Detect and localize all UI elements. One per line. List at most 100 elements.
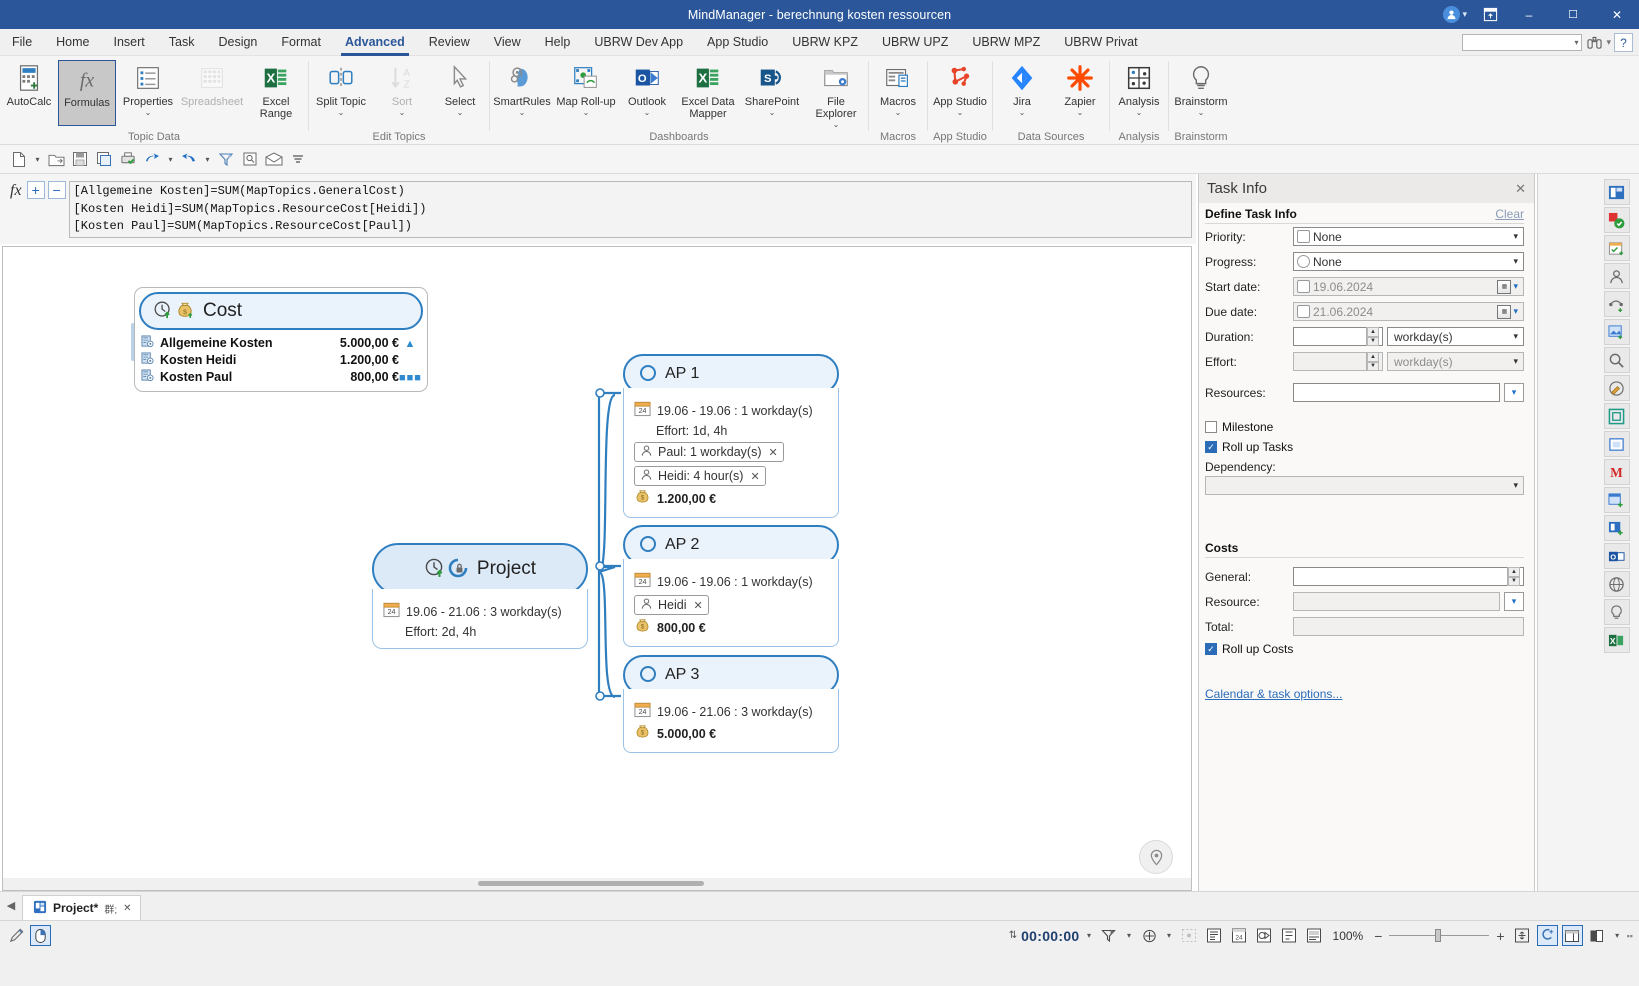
chevron-down-icon[interactable]: ▾ — [202, 155, 213, 164]
chevron-down-icon[interactable]: ⌄ — [1077, 108, 1084, 117]
map-canvas[interactable]: $ Cost Allgemeine Kosten 5.000,00 € ▲ Koste… — [2, 246, 1192, 891]
timer-spinner-icon[interactable]: ⇅ — [1009, 930, 1017, 941]
resource-chip[interactable]: Heidi ✕ — [634, 595, 709, 615]
due-date-checkbox[interactable] — [1297, 305, 1310, 318]
horizontal-scrollbar[interactable] — [3, 878, 1191, 890]
cost-property-row[interactable]: Kosten Paul 800,00 € ■■■ — [141, 368, 421, 385]
chevron-down-icon[interactable]: ⌄ — [583, 108, 590, 117]
more-options-icon[interactable] — [287, 148, 309, 170]
menu-item-format[interactable]: Format — [269, 29, 333, 56]
chevron-down-icon[interactable]: ▾ — [1511, 281, 1520, 292]
format-brush-icon[interactable] — [1603, 375, 1630, 401]
milestone-row[interactable]: Milestone — [1199, 417, 1534, 437]
chevron-down-icon[interactable]: ▾ — [1511, 256, 1520, 267]
dependency-select[interactable]: ▾ — [1205, 476, 1524, 495]
resource-chip[interactable]: Paul: 1 workday(s) ✕ — [634, 442, 784, 462]
remove-resource-icon[interactable]: ✕ — [750, 470, 759, 483]
find-icon[interactable] — [239, 148, 261, 170]
menu-item-insert[interactable]: Insert — [102, 29, 157, 56]
chevron-down-icon[interactable]: ▾ — [1511, 356, 1520, 367]
chevron-down-icon[interactable]: ⌄ — [769, 108, 776, 117]
ribbon-button-split-topic[interactable]: Split Topic ⌄ — [309, 60, 373, 126]
effort-input[interactable]: ▲ ▼ — [1293, 352, 1383, 371]
progress-select[interactable]: None ▾ — [1293, 252, 1524, 271]
tab-scroll-left-icon[interactable]: ◀ — [0, 891, 22, 920]
location-pin-icon[interactable] — [1139, 840, 1173, 874]
ribbon-button-analysis[interactable]: Analysis ⌄ — [1110, 60, 1168, 126]
outline-view-icon[interactable] — [1204, 925, 1225, 946]
binoculars-icon[interactable] — [1585, 33, 1603, 53]
chevron-down-icon[interactable]: ⌄ — [338, 108, 345, 117]
ribbon-button-formulas[interactable]: fx Formulas — [58, 60, 116, 126]
snap-grid-icon[interactable] — [1536, 925, 1558, 946]
ribbon-button-zapier[interactable]: Zapier ⌄ — [1051, 60, 1109, 126]
resources-input[interactable] — [1293, 383, 1500, 402]
send-mail-icon[interactable] — [263, 148, 285, 170]
priority-select[interactable]: None ▾ — [1293, 227, 1524, 246]
start-date-checkbox[interactable] — [1297, 280, 1310, 293]
pen-tool-icon[interactable] — [6, 925, 27, 946]
ribbon-button-excel-data-mapper[interactable]: X Excel Data Mapper — [676, 60, 740, 126]
menu-item-help[interactable]: Help — [533, 29, 583, 56]
save-icon[interactable] — [69, 148, 91, 170]
subtopic-ap-2[interactable]: AP 2 24 19.06 - 19.06 : 1 workday(s) Heidi ✕… — [623, 525, 839, 647]
undo-icon[interactable] — [141, 148, 163, 170]
fit-selection-icon[interactable] — [1179, 925, 1200, 946]
calendar-icon[interactable]: ▦ — [1497, 304, 1512, 319]
topic-notes-icon[interactable] — [1603, 431, 1630, 457]
general-cost-stepper[interactable]: ▲ ▼ — [1507, 567, 1520, 586]
duration-input[interactable]: ▲ ▼ — [1293, 327, 1383, 346]
menu-item-review[interactable]: Review — [417, 29, 482, 56]
ribbon-button-map-roll-up[interactable]: Map Roll-up ⌄ — [554, 60, 618, 126]
menu-item-advanced[interactable]: Advanced — [333, 29, 417, 56]
slides-view-icon[interactable] — [1304, 925, 1325, 946]
effort-unit-select[interactable]: workday(s) ▾ — [1387, 352, 1524, 371]
remove-resource-icon[interactable]: ✕ — [769, 446, 778, 459]
relationship-add-icon[interactable] — [1603, 291, 1630, 317]
close-icon[interactable]: ✕ — [123, 903, 131, 914]
collapse-arrow-icon[interactable]: ▲ — [399, 336, 421, 350]
add-map-part-icon[interactable] — [1603, 515, 1630, 541]
cost-topic-header[interactable]: $ Cost — [139, 292, 423, 330]
menu-item-design[interactable]: Design — [206, 29, 269, 56]
mouse-pointer-icon[interactable] — [30, 925, 51, 946]
resource-cost-dropdown-button[interactable]: ▾ — [1504, 592, 1524, 611]
resize-grip-icon[interactable]: ▪▪ — [1627, 931, 1633, 941]
redo-icon[interactable] — [178, 148, 200, 170]
focus-add-icon[interactable] — [1139, 925, 1160, 946]
fit-map-icon[interactable] — [1603, 403, 1630, 429]
zoom-out-button[interactable]: − — [1371, 928, 1385, 944]
fit-to-window-icon[interactable] — [1512, 925, 1533, 946]
outlook-icon[interactable]: O — [1603, 543, 1630, 569]
resources-person-icon[interactable] — [1603, 263, 1630, 289]
chevron-down-icon[interactable]: ⌄ — [1136, 108, 1143, 117]
subtopic-ap-3[interactable]: AP 3 24 19.06 - 21.06 : 3 workday(s) $5.000… — [623, 655, 839, 753]
filter-icon[interactable] — [1099, 925, 1120, 946]
ribbon-button-macros[interactable]: Macros ⌄ — [869, 60, 927, 126]
cost-property-row[interactable]: Kosten Heidi 1.200,00 € — [141, 351, 421, 368]
image-add-icon[interactable] — [1603, 319, 1630, 345]
web-globe-icon[interactable] — [1603, 571, 1630, 597]
due-date-field[interactable]: 21.06.2024 ▦ ▾ — [1293, 302, 1524, 321]
rollup-tasks-checkbox[interactable]: ✓ — [1205, 441, 1217, 453]
gantt-view-icon[interactable]: 24 — [1229, 925, 1250, 946]
resource-cost-input[interactable] — [1293, 592, 1500, 611]
ribbon-button-select[interactable]: Select ⌄ — [431, 60, 489, 126]
milestone-checkbox[interactable] — [1205, 421, 1217, 433]
ribbon-button-outlook[interactable]: O Outlook ⌄ — [618, 60, 676, 126]
calendar-icon[interactable]: ▦ — [1497, 279, 1512, 294]
zoom-in-button[interactable]: + — [1493, 928, 1507, 944]
chevron-down-icon[interactable]: ▾ — [1612, 931, 1623, 940]
chevron-down-icon[interactable]: ⌄ — [1019, 108, 1026, 117]
menu-item-ubrw-privat[interactable]: UBRW Privat — [1052, 29, 1149, 56]
add-formula-button[interactable]: + — [26, 181, 45, 199]
chevron-down-icon[interactable]: ⌄ — [957, 108, 964, 117]
chevron-down-icon[interactable]: ▾ — [1164, 931, 1175, 940]
rollup-costs-checkbox[interactable]: ✓ — [1205, 643, 1217, 655]
tasks-validate-icon[interactable] — [1603, 207, 1630, 233]
search-input[interactable]: ▾ — [1462, 34, 1583, 51]
resource-chip[interactable]: Heidi: 4 hour(s) ✕ — [634, 466, 766, 486]
effort-stepper[interactable]: ▲ ▼ — [1366, 352, 1379, 371]
chevron-down-icon[interactable]: ⌄ — [519, 108, 526, 117]
chevron-down-icon[interactable]: ⌄ — [1198, 108, 1205, 117]
